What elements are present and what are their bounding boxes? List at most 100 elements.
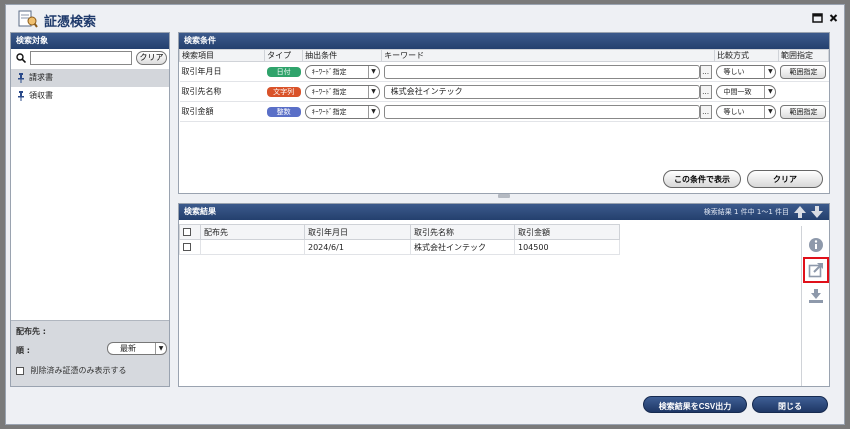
col-header: 抽出条件 (302, 49, 383, 62)
show-with-conditions-button[interactable]: この条件で表示 (663, 170, 741, 188)
target-search-input[interactable] (30, 51, 132, 65)
type-badge: 文字列 (266, 86, 301, 97)
order-select[interactable]: 最新 ▼ (107, 342, 167, 355)
chevron-down-icon: ▼ (764, 105, 775, 118)
extract-select[interactable]: ｷｰﾜｰﾄﾞ指定 ▼ (304, 104, 380, 119)
keyword-picker-button[interactable]: … (699, 84, 712, 99)
keyword-input[interactable]: 株式会社インテック (383, 84, 700, 99)
target-item-invoice[interactable]: 請求書 (11, 69, 169, 87)
deleted-only-checkbox[interactable] (16, 366, 24, 375)
search-target-panel: 検索対象 クリア 請求書 領収書 配布先 : 順 : 最新 ▼ 削除済み証憑のみ… (10, 32, 170, 387)
target-clear-button[interactable]: クリア (136, 51, 167, 65)
condition-item: 取引先名称 (179, 81, 265, 102)
document-search-icon (18, 10, 38, 28)
export-csv-button[interactable]: 検索結果をCSV出力 (643, 396, 747, 413)
result-tools (801, 226, 829, 386)
maximize-icon[interactable] (812, 13, 823, 23)
table-row[interactable]: 2024/6/1 株式会社インテック 104500 (179, 239, 620, 255)
cell-amount: 104500 (514, 239, 620, 255)
results-header: 検索結果 検索結果 1 件中 1～1 件目 (179, 204, 829, 220)
type-badge: 整数 (266, 106, 301, 117)
close-button[interactable]: 閉じる (752, 396, 828, 413)
results-count: 検索結果 1 件中 1～1 件目 (703, 208, 789, 216)
left-options: 配布先 : 順 : 最新 ▼ 削除済み証憑のみ表示する (11, 320, 169, 386)
info-icon[interactable] (808, 237, 824, 253)
conditions-clear-button[interactable]: クリア (747, 170, 823, 188)
search-icon (16, 53, 26, 63)
select-all-cell (179, 224, 201, 240)
range-button[interactable]: 範囲指定 (780, 104, 827, 119)
deleted-only-label: 削除済み証憑のみ表示する (30, 366, 127, 375)
chevron-down-icon: ▼ (367, 65, 379, 78)
col-header: 取引年月日 (304, 224, 411, 240)
order-label: 順 : (16, 346, 30, 355)
range-button[interactable]: 範囲指定 (780, 64, 827, 79)
col-header: 取引金額 (514, 224, 620, 240)
extract-value: ｷｰﾜｰﾄﾞ指定 (311, 107, 347, 116)
order-select-value: 最新 (120, 344, 136, 353)
chevron-down-icon: ▼ (367, 105, 379, 118)
condition-item: 取引金額 (179, 101, 265, 122)
target-search-row: クリア (11, 49, 169, 69)
range-empty (778, 81, 829, 102)
cell-distributor (200, 239, 305, 255)
target-item-label: 領収書 (29, 91, 53, 100)
conditions-header: 検索条件 (179, 33, 829, 49)
target-item-receipt[interactable]: 領収書 (11, 87, 169, 105)
extract-value: ｷｰﾜｰﾄﾞ指定 (311, 67, 347, 76)
col-header: 範囲指定 (777, 49, 830, 62)
compare-select[interactable]: 等しい ▼ (716, 104, 777, 119)
row-check-cell (179, 239, 201, 255)
row-checkbox[interactable] (183, 243, 191, 251)
compare-select[interactable]: 中間一致 ▼ (716, 84, 777, 99)
target-item-label: 請求書 (29, 73, 53, 82)
search-conditions-panel: 検索条件 検索項目 タイプ 抽出条件 キーワード 比較方式 範囲指定 取引年月日… (178, 32, 830, 194)
search-target-header: 検索対象 (11, 33, 169, 49)
cell-date: 2024/6/1 (304, 239, 411, 255)
condition-row: 取引年月日 日付 ｷｰﾜｰﾄﾞ指定 ▼ … 等しい ▼ 範囲指定 (179, 61, 829, 82)
keyword-picker-button[interactable]: … (699, 64, 712, 79)
search-results-panel: 検索結果 検索結果 1 件中 1～1 件目 配布先 取引年月日 取引先名称 取引… (178, 203, 830, 387)
titlebar: 証憑検索 (6, 5, 844, 33)
close-icon[interactable] (828, 13, 839, 23)
col-header: 比較方式 (713, 49, 779, 62)
type-badge: 日付 (266, 66, 301, 77)
col-header: タイプ (264, 49, 304, 62)
window-title: 証憑検索 (44, 15, 97, 30)
chevron-down-icon: ▼ (367, 85, 379, 98)
col-header: 配布先 (200, 224, 305, 240)
chevron-down-icon: ▼ (764, 65, 775, 78)
keyword-picker-button[interactable]: … (699, 104, 712, 119)
arrow-up-icon[interactable] (793, 205, 807, 219)
col-header: 取引先名称 (410, 224, 515, 240)
conditions-table: 検索項目 タイプ 抽出条件 キーワード 比較方式 範囲指定 取引年月日 日付 ｷ… (178, 49, 830, 122)
condition-row: 取引金額 整数 ｷｰﾜｰﾄﾞ指定 ▼ … 等しい ▼ 範囲指定 (179, 101, 829, 122)
extract-select[interactable]: ｷｰﾜｰﾄﾞ指定 ▼ (304, 84, 380, 99)
condition-item: 取引年月日 (179, 61, 265, 82)
extract-value: ｷｰﾜｰﾄﾞ指定 (311, 87, 347, 96)
condition-row: 取引先名称 文字列 ｷｰﾜｰﾄﾞ指定 ▼ 株式会社インテック… 中間一致 ▼ (179, 81, 829, 102)
results-title: 検索結果 (184, 207, 216, 216)
compare-select[interactable]: 等しい ▼ (716, 64, 777, 79)
arrow-down-icon[interactable] (810, 205, 824, 219)
chevron-down-icon: ▼ (155, 343, 166, 354)
extract-select[interactable]: ｷｰﾜｰﾄﾞ指定 ▼ (304, 64, 380, 79)
keyword-input[interactable] (383, 64, 700, 79)
keyword-input[interactable] (383, 104, 700, 119)
pin-icon (18, 91, 24, 101)
col-header: 検索項目 (178, 49, 266, 62)
col-header: キーワード (381, 49, 715, 62)
compare-value: 等しい (723, 107, 745, 116)
pin-icon (18, 73, 24, 83)
download-icon[interactable] (808, 288, 824, 304)
distributor-label: 配布先 : (16, 327, 46, 336)
deleted-only-row[interactable]: 削除済み証憑のみ表示する (16, 365, 127, 376)
highlight-box (803, 257, 829, 283)
panel-splitter[interactable] (498, 194, 510, 198)
compare-value: 等しい (723, 67, 745, 76)
chevron-down-icon: ▼ (764, 85, 775, 98)
select-all-checkbox[interactable] (183, 228, 191, 236)
cell-partner: 株式会社インテック (410, 239, 515, 255)
results-table: 配布先 取引年月日 取引先名称 取引金額 2024/6/1 株式会社インテック … (179, 224, 620, 255)
compare-value: 中間一致 (723, 87, 752, 96)
